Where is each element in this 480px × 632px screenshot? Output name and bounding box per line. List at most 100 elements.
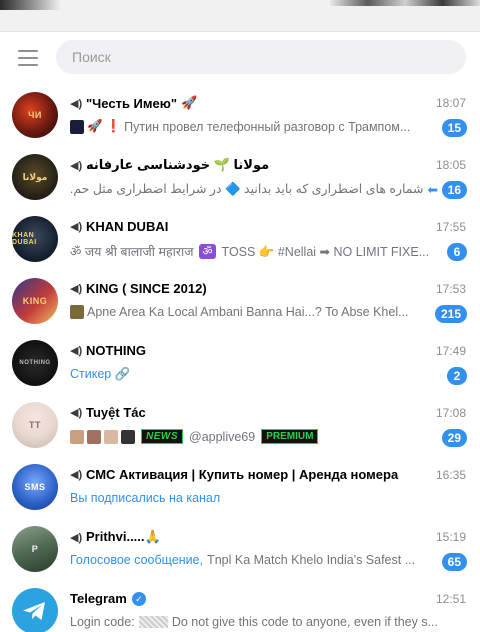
- background-strip-right: [330, 0, 480, 6]
- unread-badge: 6: [447, 243, 467, 261]
- avatar-initials: SMS: [24, 482, 46, 492]
- chat-preview: 🚀 ❗ Путин провел телефонный разговор с Т…: [70, 119, 438, 134]
- background-strip-left: [0, 0, 60, 10]
- chat-time: 16:35: [435, 468, 466, 482]
- chat-preview: Login code: Do not give this code to any…: [70, 615, 438, 629]
- chat-title-text: مولانا 🌱 خودشناسی عارفانه: [86, 157, 270, 172]
- chat-time: 17:53: [435, 282, 466, 296]
- video-thumb-icon: [70, 119, 84, 134]
- avatar-initials: KING: [22, 296, 48, 306]
- chat-title-text: NOTHING: [86, 343, 146, 358]
- avatar: مولانا: [12, 154, 58, 200]
- avatar: KHAN DUBAI: [12, 216, 58, 262]
- chat-preview-text: Стикер 🔗: [70, 367, 131, 381]
- chat-time: 12:51: [435, 592, 466, 606]
- verified-icon: ✓: [131, 591, 146, 606]
- chat-row[interactable]: KHAN DUBAI ◀) KHAN DUBAI 17:55 ॐ जय श्री…: [0, 208, 480, 270]
- chat-title-text: Prithvi.....🙏: [86, 529, 161, 544]
- search-input[interactable]: [56, 40, 466, 74]
- avatar-initials: مولانا: [22, 171, 48, 182]
- chat-preview: Вы подписались на канал: [70, 491, 438, 505]
- channel-icon: ◀): [70, 407, 83, 419]
- chat-title-text: KHAN DUBAI: [86, 219, 169, 234]
- unread-badge: 65: [441, 553, 467, 571]
- chat-preview-accent: Голосовое сообщение,: [70, 553, 204, 567]
- avatar-initials: NOTHING: [19, 360, 51, 366]
- unread-badge: 29: [441, 429, 467, 447]
- channel-icon: ◀): [70, 283, 83, 295]
- window-top-strip: [0, 0, 480, 32]
- chat-title-text: KING ( SINCE 2012): [86, 281, 207, 296]
- avatar-initials: TT: [29, 420, 41, 430]
- chat-title: ◀) Tuyệt Tác: [70, 405, 425, 420]
- chat-preview-text: Вы подписались на канал: [70, 491, 221, 505]
- image-thumb-icon: [104, 429, 118, 444]
- chat-time: 17:08: [435, 406, 466, 420]
- telegram-logo-icon: [23, 602, 45, 620]
- chat-preview-prefix: ॐ जय श्री बालाजी महाराज: [70, 245, 194, 259]
- chat-time: 18:07: [435, 96, 466, 110]
- chat-title-text: Tuyệt Tác: [86, 405, 146, 420]
- chat-title: ◀) "Честь Имею" 🚀: [70, 95, 425, 111]
- chat-row[interactable]: ЧИ ◀) "Честь Имею" 🚀 18:07 🚀 ❗ Путин про…: [0, 84, 480, 146]
- chat-row[interactable]: TT ◀) Tuyệt Tác 17:08 NEWS @applive69 PR…: [0, 394, 480, 456]
- news-tag: NEWS: [141, 429, 183, 444]
- video-thumb-icon: [121, 429, 135, 444]
- chat-list: ЧИ ◀) "Честь Имею" 🚀 18:07 🚀 ❗ Путин про…: [0, 84, 480, 632]
- chat-list-header: [0, 32, 480, 84]
- chat-time: 17:49: [435, 344, 466, 358]
- channel-icon: ◀): [70, 159, 83, 172]
- chat-title: Telegram ✓: [70, 591, 425, 606]
- unread-badge: 15: [441, 119, 467, 137]
- chat-row[interactable]: KING ◀) KING ( SINCE 2012) 17:53 Apne Ar…: [0, 270, 480, 332]
- chat-preview-text: Tnpl Ka Match Khelo India's Safest ...: [207, 553, 416, 567]
- arrow-left-icon: ⬅: [427, 182, 438, 197]
- chat-row[interactable]: مولانا ◀) مولانا 🌱 خودشناسی عارفانه 18:0…: [0, 146, 480, 208]
- premium-tag: PREMIUM: [261, 429, 319, 444]
- chat-title-text: СМС Активация | Купить номер | Аренда но…: [86, 467, 399, 482]
- om-icon: ॐ: [199, 244, 216, 259]
- chat-preview-text: Apne Area Ka Local Ambani Banna Hai...? …: [87, 305, 409, 319]
- spoiler-icon: [138, 616, 168, 628]
- channel-icon: ◀): [70, 345, 83, 357]
- image-thumb-icon: [70, 429, 84, 444]
- chat-row[interactable]: Telegram ✓ 12:51 Login code: Do not give…: [0, 580, 480, 632]
- chat-time: 18:05: [435, 158, 466, 172]
- image-thumb-icon: [87, 429, 101, 444]
- chat-preview: شماره های اضطراری که باید بدانید 🔷 در شر…: [70, 181, 438, 197]
- avatar: SMS: [12, 464, 58, 510]
- channel-icon: ◀): [70, 221, 83, 233]
- chat-preview-text: Do not give this code to anyone, even if…: [171, 615, 438, 629]
- chat-preview: Стикер 🔗: [70, 367, 438, 382]
- chat-row[interactable]: SMS ◀) СМС Активация | Купить номер | Ар…: [0, 456, 480, 518]
- chat-row[interactable]: NOTHING ◀) NOTHING 17:49 Стикер 🔗 2: [0, 332, 480, 394]
- chat-preview: NEWS @applive69 PREMIUM: [70, 429, 438, 444]
- chat-title: ◀) KHAN DUBAI: [70, 219, 425, 234]
- hamburger-menu-icon[interactable]: [18, 50, 38, 66]
- chat-title: ◀) NOTHING: [70, 343, 425, 358]
- avatar-initials: KHAN DUBAI: [12, 232, 37, 246]
- channel-icon: ◀): [70, 531, 83, 544]
- channel-icon: ◀): [70, 469, 83, 481]
- chat-title: ◀) СМС Активация | Купить номер | Аренда…: [70, 467, 425, 482]
- exclamation-icon: ❗: [105, 119, 122, 133]
- avatar: P: [12, 526, 58, 572]
- avatar-initials: P: [31, 544, 39, 554]
- chat-preview: Голосовое сообщение, Tnpl Ka Match Khelo…: [70, 553, 438, 567]
- chat-preview-handle: @applive69: [189, 429, 256, 444]
- chat-title: ◀) Prithvi.....🙏: [70, 529, 425, 545]
- rocket-icon: 🚀: [87, 119, 103, 133]
- chat-preview-text: Путин провел телефонный разговор с Трамп…: [124, 119, 411, 134]
- unread-badge: 16: [441, 181, 467, 199]
- chat-time: 17:55: [435, 220, 466, 234]
- chat-preview-text: شماره های اضطراری که باید بدانید 🔷 در شر…: [70, 182, 424, 196]
- image-thumb-icon: [70, 305, 84, 319]
- chat-preview-text: TOSS 👉 #Nellai ➡ NO LIMIT FIXE...: [221, 244, 430, 259]
- chat-preview: Apne Area Ka Local Ambani Banna Hai...? …: [70, 305, 438, 319]
- unread-badge: 2: [447, 367, 467, 385]
- avatar: [12, 588, 58, 632]
- chat-title: ◀) مولانا 🌱 خودشناسی عارفانه: [70, 157, 425, 173]
- chat-time: 15:19: [435, 530, 466, 544]
- chat-row[interactable]: P ◀) Prithvi.....🙏 15:19 Голосовое сообщ…: [0, 518, 480, 580]
- rocket-icon: 🚀: [181, 95, 198, 110]
